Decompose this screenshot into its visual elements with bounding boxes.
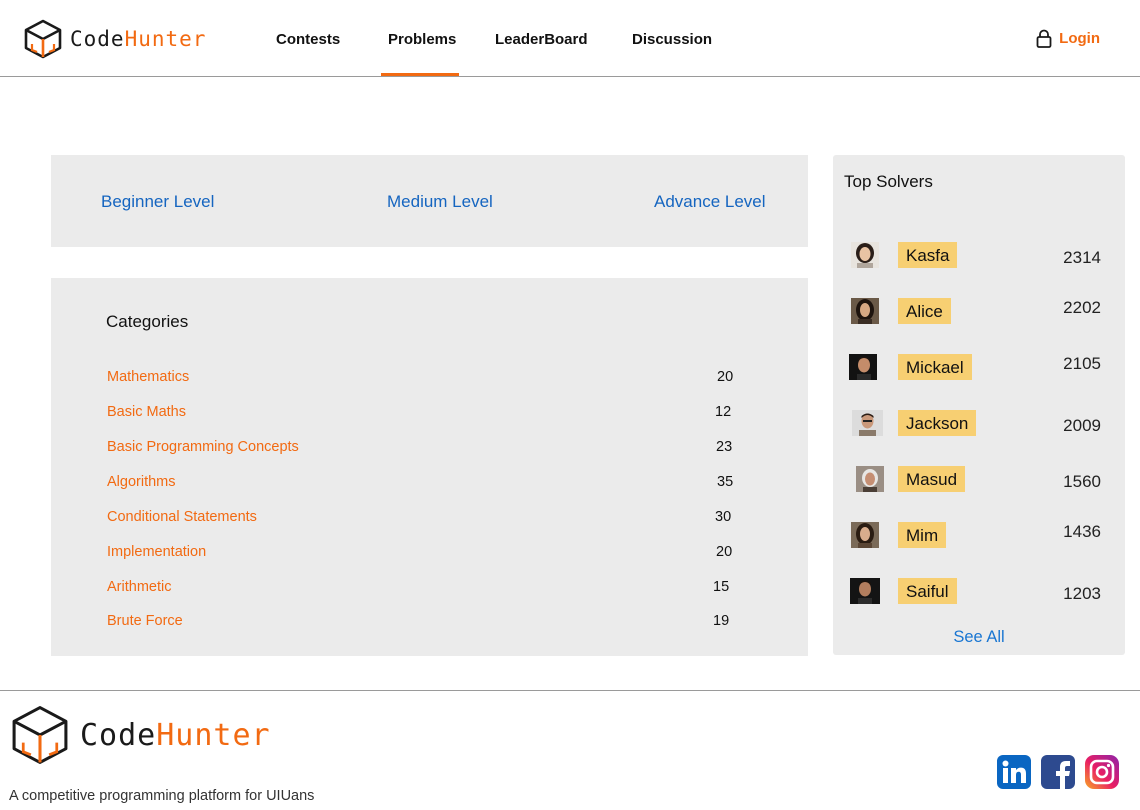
categories-title: Categories — [106, 312, 189, 331]
category-count: 35 — [717, 474, 734, 490]
solver-name[interactable]: Mim — [898, 522, 947, 548]
instagram-icon[interactable] — [1085, 755, 1121, 791]
category-count: 30 — [715, 509, 732, 525]
lock-icon — [1036, 29, 1052, 48]
solver-score: 1436 — [1063, 522, 1101, 541]
category-count: 20 — [716, 544, 733, 560]
solver-score: 2105 — [1063, 354, 1101, 373]
linkedin-icon[interactable] — [997, 755, 1033, 791]
level-tabs-panel: Beginner Level Medium Level Advance Leve… — [51, 155, 808, 247]
categories-panel: Categories Mathematics 20 Basic Maths 12… — [51, 278, 808, 656]
see-all-link[interactable]: See All — [833, 628, 1125, 647]
facebook-icon[interactable] — [1041, 755, 1077, 791]
category-count: 19 — [713, 613, 730, 629]
site-header: CodeHunter Contests Problems LeaderBoard… — [0, 0, 1140, 77]
solver-score: 2009 — [1063, 416, 1101, 435]
category-link[interactable]: Conditional Statements — [107, 509, 257, 525]
category-link[interactable]: Mathematics — [107, 369, 189, 385]
category-row: Conditional Statements 30 — [107, 509, 737, 529]
footer-tagline: A competitive programming platform for U… — [9, 788, 315, 804]
category-row: Basic Programming Concepts 23 — [107, 439, 737, 459]
solver-row: Kasfa 2314 — [851, 242, 1111, 272]
login-label: Login — [1059, 30, 1100, 47]
solver-row: Alice 2202 — [851, 298, 1111, 328]
category-link[interactable]: Brute Force — [107, 613, 183, 629]
cube-logo-icon — [24, 19, 62, 59]
nav-problems[interactable]: Problems — [388, 31, 456, 48]
solver-row: Jackson 2009 — [851, 410, 1111, 440]
solver-name[interactable]: Masud — [898, 466, 966, 492]
avatar — [856, 466, 884, 492]
top-solvers-panel: Top Solvers Kasfa 2314 Alice 2202 Mickae… — [833, 155, 1125, 655]
top-solvers-title: Top Solvers — [844, 172, 933, 191]
login-button[interactable]: Login — [1036, 29, 1100, 48]
avatar — [851, 298, 879, 324]
category-count: 23 — [716, 439, 733, 455]
social-links — [997, 755, 1129, 791]
solver-name[interactable]: Saiful — [898, 578, 957, 604]
solver-row: Saiful 1203 — [850, 578, 1111, 608]
nav-discussion[interactable]: Discussion — [632, 31, 712, 48]
header-logo[interactable]: CodeHunter — [22, 18, 206, 60]
category-row: Arithmetic 15 — [107, 579, 737, 599]
solver-score: 1560 — [1063, 472, 1101, 491]
avatar — [851, 522, 879, 548]
category-count: 12 — [715, 404, 732, 420]
solver-name[interactable]: Kasfa — [898, 242, 958, 268]
category-link[interactable]: Basic Programming Concepts — [107, 439, 299, 455]
nav-contests[interactable]: Contests — [276, 31, 340, 48]
medium-level-link[interactable]: Medium Level — [387, 192, 493, 212]
category-row: Basic Maths 12 — [107, 404, 737, 424]
category-link[interactable]: Implementation — [107, 544, 206, 560]
footer-logo[interactable]: CodeHunter — [8, 703, 271, 767]
category-link[interactable]: Arithmetic — [107, 579, 171, 595]
nav-leaderboard[interactable]: LeaderBoard — [495, 31, 588, 48]
category-row: Algorithms 35 — [107, 474, 737, 494]
category-row: Brute Force 19 — [107, 613, 737, 633]
avatar — [851, 242, 879, 268]
cube-logo-icon — [12, 706, 68, 764]
avatar — [852, 410, 883, 436]
category-count: 20 — [717, 369, 734, 385]
solver-name[interactable]: Mickael — [898, 354, 972, 380]
active-tab-indicator — [381, 73, 459, 76]
footer-brand-name: CodeHunter — [80, 717, 271, 753]
category-link[interactable]: Basic Maths — [107, 404, 186, 420]
solver-name[interactable]: Jackson — [898, 410, 977, 436]
solver-name[interactable]: Alice — [898, 298, 951, 324]
category-row: Mathematics 20 — [107, 369, 737, 389]
avatar — [850, 578, 880, 604]
category-count: 15 — [713, 579, 730, 595]
category-row: Implementation 20 — [107, 544, 737, 564]
solver-score: 1203 — [1063, 584, 1101, 603]
solver-row: Masud 1560 — [851, 466, 1111, 496]
solver-score: 2202 — [1063, 298, 1101, 317]
category-link[interactable]: Algorithms — [107, 474, 176, 490]
footer-divider — [0, 690, 1140, 691]
advance-level-link[interactable]: Advance Level — [654, 192, 766, 212]
avatar — [849, 354, 877, 380]
brand-name: CodeHunter — [70, 27, 207, 51]
beginner-level-link[interactable]: Beginner Level — [101, 192, 214, 212]
solver-score: 2314 — [1063, 248, 1101, 267]
solver-row: Mim 1436 — [851, 522, 1111, 552]
solver-row: Mickael 2105 — [849, 354, 1111, 384]
